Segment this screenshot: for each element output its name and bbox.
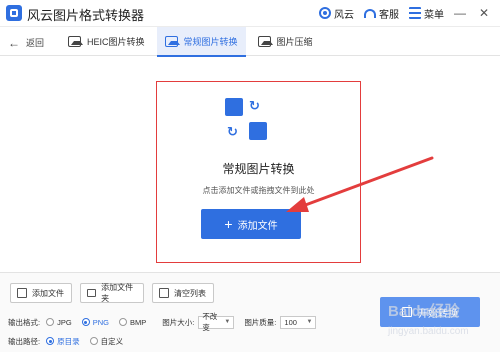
folder-icon [87,289,97,297]
output-format-label: 输出格式: [8,317,41,327]
output-options-row: 输出格式: JPG PNG BMP 图片大小: 不改变 ▼ 图片质量: 100 … [8,312,326,332]
menu-button[interactable]: 菜单 [409,6,444,21]
file-icon [17,288,27,298]
tab-image-compression[interactable]: 图片压缩 [250,27,321,56]
customer-service-label: 客服 [379,9,399,21]
watermark-sub: jingyan.baidu.com [388,326,469,337]
path-original-label: 原目录 [57,336,80,346]
image-quality-select[interactable]: 100 ▼ [280,315,317,329]
back-label: 返回 [26,38,45,48]
tab-list: HEIC图片转换 常规图片转换 图片压缩 [60,27,325,57]
back-arrow-icon: ← [8,35,20,50]
path-custom-label: 自定义 [100,336,124,346]
chevron-down-icon: ▼ [306,319,313,325]
minimize-button[interactable]: — [452,5,468,21]
user-label: 风云 [334,9,354,21]
drop-zone-hint: 点击添加文件或拖拽文件到此处 [202,186,315,195]
image-icon [164,36,180,47]
clear-list-label: 清空列表 [174,288,206,298]
heic-image-icon [68,36,83,47]
add-folder-button[interactable]: 添加文件夹 [80,283,144,303]
menu-icon [409,7,421,19]
image-quality-value: 100 [284,317,297,327]
format-png-radio[interactable] [81,318,90,326]
clear-list-button[interactable]: 清空列表 [152,283,214,303]
format-bmp-radio[interactable] [118,318,127,326]
tab-regular-conversion[interactable]: 常规图片转换 [156,27,246,57]
menu-label: 菜单 [424,9,444,21]
path-custom-radio[interactable] [89,337,98,345]
user-button[interactable]: 风云 [319,6,354,21]
image-size-value: 不改变 [202,312,218,332]
main-area: ↻ ↻ 常规图片转换 点击添加文件或拖拽文件到此处 + 添加文件 [0,57,500,271]
close-icon: ✕ [478,6,490,20]
tab-heic-conversion[interactable]: HEIC图片转换 [60,27,153,56]
minimize-icon: — [454,6,466,20]
drop-zone-title: 常规图片转换 [222,162,295,176]
bottom-panel: 添加文件 添加文件夹 清空列表 输出格式: JPG PNG BMP 图片大小: … [0,272,500,352]
path-original-radio[interactable] [46,337,55,345]
plus-icon: + [224,216,233,232]
output-path-label: 输出路径: [8,336,41,346]
app-logo-icon [6,5,22,21]
nav-bar: ← 返回 HEIC图片转换 常规图片转换 图片压缩 [0,26,500,57]
tab-label: 常规图片转换 [183,37,238,47]
baidu-watermark: Baidu经验 jingyan.baidu.com [388,300,469,338]
add-file-label: 添加文件 [237,220,278,232]
watermark-text: Baidu经验 [388,303,460,320]
app-title: 风云图片格式转换器 [27,8,145,23]
format-png-label: PNG [92,317,109,327]
compress-image-icon [257,36,273,47]
format-jpg-label: JPG [57,317,72,327]
image-size-select[interactable]: 不改变 ▼ [198,312,235,332]
tab-label: HEIC图片转换 [87,37,145,47]
chevron-down-icon: ▼ [224,319,231,325]
format-jpg-radio[interactable] [46,318,55,326]
format-bmp-label: BMP [129,317,147,327]
user-icon [319,7,331,19]
image-quality-label: 图片质量: [244,317,277,327]
title-bar: 风云图片格式转换器 风云 客服 菜单 — ✕ [0,0,500,26]
output-path-row: 输出路径: 原目录 自定义 [8,334,133,348]
close-button[interactable]: ✕ [476,5,492,21]
file-drop-zone[interactable]: ↻ ↻ 常规图片转换 点击添加文件或拖拽文件到此处 + 添加文件 [156,81,361,263]
clear-list-icon [159,288,169,298]
back-button[interactable]: ← 返回 [8,36,44,49]
customer-service-button[interactable]: 客服 [364,6,399,21]
image-size-label: 图片大小: [162,317,195,327]
tab-label: 图片压缩 [276,37,313,47]
convert-icon: ↻ ↻ [225,98,267,140]
add-file-toolbar-button[interactable]: 添加文件 [10,283,72,303]
headset-icon [364,8,376,18]
add-file-toolbar-label: 添加文件 [32,288,64,298]
add-folder-label: 添加文件夹 [101,283,134,303]
title-bar-actions: 风云 客服 菜单 — ✕ [309,4,492,22]
add-file-button[interactable]: + 添加文件 [201,209,301,239]
